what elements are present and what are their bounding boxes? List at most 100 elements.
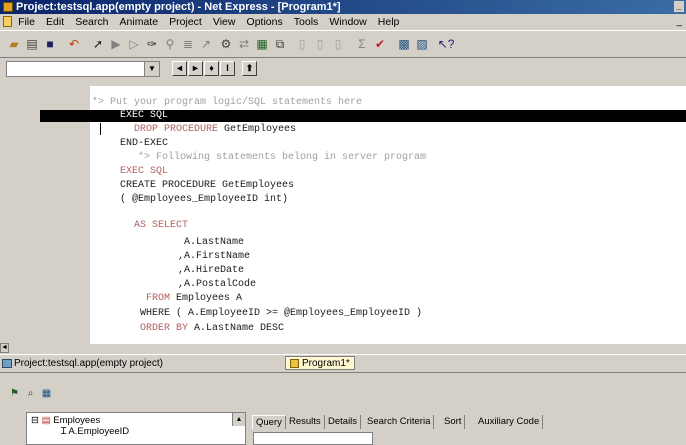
tab-sort[interactable]: Sort <box>441 415 466 429</box>
cursor-icon[interactable]: ↗ <box>198 36 214 52</box>
document-icon[interactable] <box>3 16 12 27</box>
query-text-area[interactable] <box>253 432 373 445</box>
sigma-icon[interactable]: Σ <box>354 36 370 52</box>
query-icon[interactable]: ⌕ <box>24 387 37 400</box>
code-keyword: FROM <box>146 293 171 304</box>
tab-details[interactable]: Details <box>325 415 362 429</box>
code-line: EXEC SQL <box>120 110 169 121</box>
code-keyword: DROP PROCEDURE <box>134 124 219 135</box>
tree-node-employeeid[interactable]: Ɪ A.EmployeeID <box>61 426 129 437</box>
project-icon <box>2 359 12 368</box>
menu-view[interactable]: View <box>213 14 236 30</box>
compile-icon[interactable]: ▦ <box>254 36 270 52</box>
section-combobox[interactable]: ▼ <box>6 61 160 77</box>
breakpoint-icon[interactable]: ▷ <box>126 36 142 52</box>
table-tree[interactable]: ⊟ ▤ Employees Ɪ A.EmployeeID ▲ <box>26 412 246 445</box>
build-icon[interactable]: ⚙ <box>218 36 234 52</box>
prev-button[interactable]: ◄ <box>172 61 187 76</box>
tree-node-label: A.EmployeeID <box>68 426 130 437</box>
mdi-minimize-icon[interactable]: _ <box>676 14 682 30</box>
undo-icon[interactable]: ↶ <box>66 36 82 52</box>
link-icon[interactable]: ⧉ <box>272 36 288 52</box>
save-icon[interactable]: ■ <box>42 36 58 52</box>
menu-animate[interactable]: Animate <box>120 14 159 30</box>
menu-project[interactable]: Project <box>169 14 202 30</box>
tab-results[interactable]: Results <box>286 415 325 429</box>
check-icon[interactable]: ✔ <box>372 36 388 52</box>
menu-help[interactable]: Help <box>378 14 400 30</box>
sql-icon[interactable]: ▩ <box>396 36 412 52</box>
collapse-icon[interactable]: ⊟ <box>31 415 39 426</box>
next-button[interactable]: ► <box>188 61 203 76</box>
menu-bar: File Edit Search Animate Project View Op… <box>0 14 686 30</box>
code-line: ,A.PostalCode <box>178 279 257 290</box>
code-line: END-EXEC <box>120 138 169 149</box>
find-icon[interactable]: ⚲ <box>162 36 178 52</box>
program-icon <box>290 359 299 368</box>
chevron-down-icon[interactable]: ▼ <box>144 62 159 76</box>
tree-node-employees[interactable]: ⊟ ▤ Employees <box>31 415 100 426</box>
minimize-button[interactable]: _ <box>674 1 684 12</box>
tab-search-criteria[interactable]: Search Criteria <box>364 415 435 429</box>
table-icon: ▤ <box>41 415 51 426</box>
page2-icon[interactable]: ▯ <box>312 36 328 52</box>
main-toolbar: ▰ ▤ ■ ↶ ➚ ▶ ▷ ✑ ⚲ ≣ ↗ ⚙ ⇄ ▦ ⧉ ▯ ▯ ▯ Σ ✔ … <box>0 30 686 58</box>
menu-options[interactable]: Options <box>247 14 283 30</box>
run-icon[interactable]: ➚ <box>90 36 106 52</box>
rebuild-icon[interactable]: ⇄ <box>236 36 252 52</box>
tree-node-label: Employees <box>53 415 101 426</box>
code-line: AS SELECT <box>134 220 189 231</box>
code-keyword: ORDER BY <box>140 323 189 334</box>
program-tab-label: Program1* <box>302 358 350 369</box>
step-icon[interactable]: ▶ <box>108 36 124 52</box>
tab-auxiliary-code[interactable]: Auxiliary Code <box>475 415 544 429</box>
program-tab[interactable]: Program1* <box>285 356 355 370</box>
code-line: *> Put your program logic/SQL statements… <box>92 97 363 108</box>
code-text: GetEmployees <box>218 124 297 135</box>
menu-file[interactable]: File <box>18 14 35 30</box>
code-text: Employees A <box>170 293 243 304</box>
page1-icon[interactable]: ▯ <box>294 36 310 52</box>
new-file-icon[interactable]: ▤ <box>24 36 40 52</box>
mark-button[interactable]: ♦ <box>204 61 219 76</box>
code-line: ,A.FirstName <box>178 251 251 262</box>
sql-assist-icon[interactable]: ▨ <box>414 36 430 52</box>
code-line: DROP PROCEDURE GetEmployees <box>134 124 296 136</box>
title-bar: Project:testsql.app(empty project) - Net… <box>0 0 686 14</box>
table-icon[interactable]: ▦ <box>40 387 53 400</box>
editor-gutter <box>8 86 90 344</box>
code-line: WHERE ( A.EmployeeID >= @Employees_Emplo… <box>140 308 423 319</box>
help-pointer-icon[interactable]: ↖? <box>438 36 455 52</box>
code-editor[interactable]: *> Put your program logic/SQL statements… <box>8 86 686 344</box>
sql-assistant-pane: ⚑ ⌕ ▦ ⊟ ▤ Employees Ɪ A.EmployeeID ▲ Que… <box>0 372 686 445</box>
app-icon <box>3 2 13 12</box>
code-line: FROM Employees A <box>146 293 242 305</box>
code-line: ( @Employees_EmployeeID int) <box>120 194 289 205</box>
menu-search[interactable]: Search <box>75 14 108 30</box>
key-icon: Ɪ <box>61 426 67 437</box>
wand-icon[interactable]: ✑ <box>144 36 160 52</box>
open-folder-icon[interactable]: ▰ <box>6 36 22 52</box>
project-tab-label: Project:testsql.app(empty project) <box>14 358 163 369</box>
code-line: EXEC SQL <box>120 166 169 177</box>
document-tab-row: Project:testsql.app(empty project) Progr… <box>0 354 686 372</box>
code-line: ,A.HireDate <box>178 265 245 276</box>
connect-icon[interactable]: ⚑ <box>8 387 21 400</box>
chevron-down-icon[interactable]: ▲ <box>232 413 245 426</box>
up-button[interactable]: ⬆ <box>242 61 257 76</box>
project-tab[interactable]: Project:testsql.app(empty project) <box>2 357 163 370</box>
menu-window[interactable]: Window <box>329 14 366 30</box>
menu-edit[interactable]: Edit <box>46 14 64 30</box>
code-text: A.LastName DESC <box>188 323 285 334</box>
scroll-left-button[interactable]: ◄ <box>0 343 9 353</box>
code-line: CREATE PROCEDURE GetEmployees <box>120 180 295 191</box>
navigation-toolbar: ▼ ◄ ► ♦ I ⬆ <box>0 58 686 80</box>
tab-query[interactable]: Query <box>252 415 286 429</box>
text-cursor <box>100 123 101 135</box>
menu-tools[interactable]: Tools <box>294 14 319 30</box>
sort-icon[interactable]: ≣ <box>180 36 196 52</box>
insert-button[interactable]: I <box>220 61 235 76</box>
code-line: ORDER BY A.LastName DESC <box>140 323 284 335</box>
window-title: Project:testsql.app(empty project) - Net… <box>16 1 341 13</box>
page3-icon[interactable]: ▯ <box>330 36 346 52</box>
